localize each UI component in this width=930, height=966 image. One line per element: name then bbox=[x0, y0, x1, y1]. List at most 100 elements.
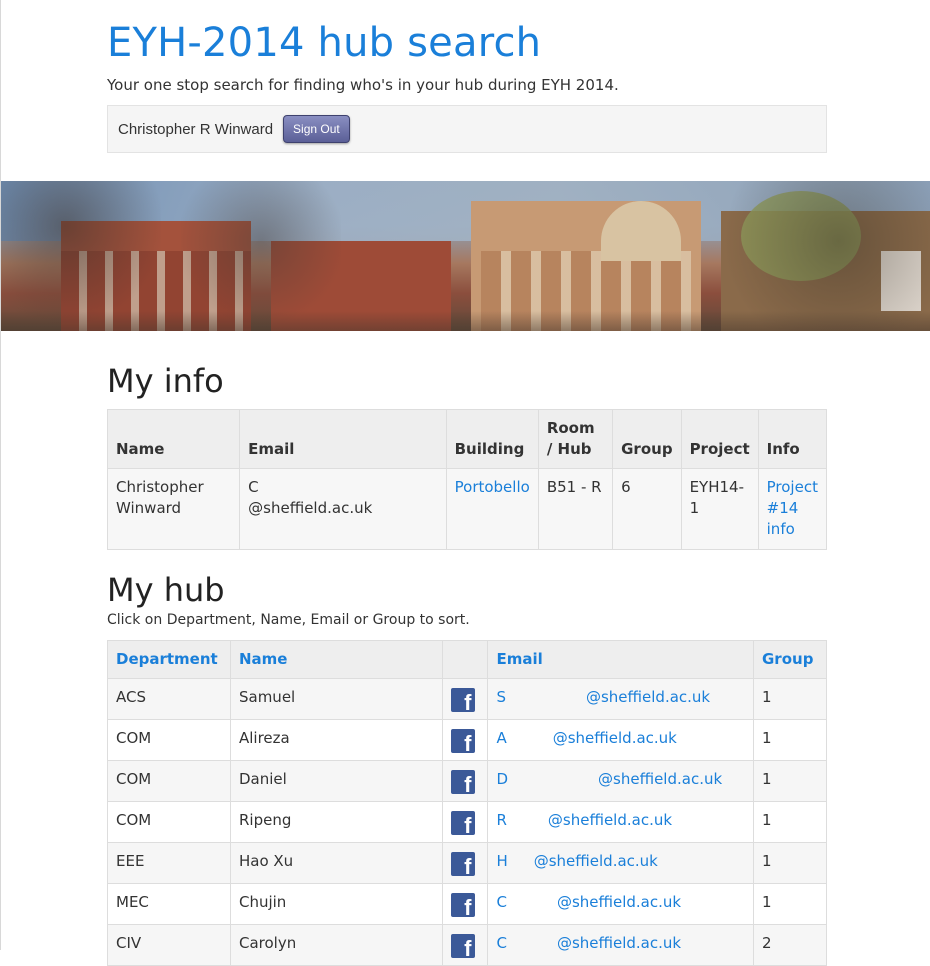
col-facebook bbox=[441, 640, 489, 679]
email-prefix: R bbox=[496, 811, 507, 829]
group-cell: 1 bbox=[753, 760, 827, 802]
table-row: CIV Carolyn f C @sheffield.ac.uk 2 bbox=[107, 924, 827, 966]
sort-department[interactable]: Department bbox=[107, 640, 231, 679]
facebook-cell: f bbox=[441, 924, 489, 966]
facebook-icon[interactable]: f bbox=[450, 811, 475, 838]
my-hub-heading: My hub bbox=[107, 571, 225, 609]
department-cell: COM bbox=[107, 719, 231, 761]
facebook-cell: f bbox=[441, 842, 489, 884]
email-cell: S @sheffield.ac.uk bbox=[487, 678, 754, 720]
my-hub-section: My hub Click on Department, Name, Email … bbox=[107, 570, 827, 966]
email-domain: @sheffield.ac.uk bbox=[556, 893, 682, 911]
name-cell: Alireza bbox=[229, 719, 443, 761]
group-cell: 1 bbox=[753, 883, 827, 925]
name-cell: Ripeng bbox=[229, 801, 443, 843]
group-cell: 2 bbox=[753, 924, 827, 966]
group-cell: 1 bbox=[753, 678, 827, 720]
my-email-prefix: C bbox=[248, 478, 259, 496]
email-cell: H @sheffield.ac.uk bbox=[487, 842, 754, 884]
page-header: EYH-2014 hub search Your one stop search… bbox=[107, 0, 827, 153]
email-link[interactable]: H @sheffield.ac.uk bbox=[496, 852, 657, 870]
name-cell: Daniel bbox=[229, 760, 443, 802]
col-group: Group bbox=[612, 409, 682, 469]
my-group: 6 bbox=[612, 468, 682, 550]
table-row: COM Alireza f A @sheffield.ac.uk 1 bbox=[107, 719, 827, 761]
table-row: COM Daniel f D @sheffield.ac.uk 1 bbox=[107, 760, 827, 802]
sort-email[interactable]: Email bbox=[487, 640, 754, 679]
email-cell: D @sheffield.ac.uk bbox=[487, 760, 754, 802]
department-cell: COM bbox=[107, 760, 231, 802]
email-link[interactable]: S @sheffield.ac.uk bbox=[496, 688, 710, 706]
info-cell: Project #14 info bbox=[757, 468, 828, 550]
facebook-icon[interactable]: f bbox=[450, 729, 475, 756]
group-cell: 1 bbox=[753, 719, 827, 761]
facebook-cell: f bbox=[441, 883, 489, 925]
department-cell: EEE bbox=[107, 842, 231, 884]
email-domain: @sheffield.ac.uk bbox=[556, 934, 682, 952]
table-row: ACS Samuel f S @sheffield.ac.uk 1 bbox=[107, 678, 827, 720]
building-cell: Portobello bbox=[445, 468, 539, 550]
email-prefix: A bbox=[496, 729, 507, 747]
email-domain: @sheffield.ac.uk bbox=[552, 729, 677, 747]
department-cell: MEC bbox=[107, 883, 231, 925]
facebook-cell: f bbox=[441, 719, 489, 761]
my-name: Christopher Winward bbox=[106, 468, 241, 550]
email-link[interactable]: C @sheffield.ac.uk bbox=[496, 893, 681, 911]
sign-out-button[interactable]: Sign Out bbox=[283, 115, 350, 143]
table-row: COM Ripeng f R @sheffield.ac.uk 1 bbox=[107, 801, 827, 843]
facebook-cell: f bbox=[441, 678, 489, 720]
table-row: EEE Hao Xu f H @sheffield.ac.uk 1 bbox=[107, 842, 827, 884]
email-cell: R @sheffield.ac.uk bbox=[487, 801, 754, 843]
email-prefix: D bbox=[496, 770, 509, 788]
sort-group[interactable]: Group bbox=[753, 640, 827, 679]
email-domain: @sheffield.ac.uk bbox=[547, 811, 673, 829]
col-info: Info bbox=[757, 409, 828, 469]
col-building: Building bbox=[445, 409, 539, 469]
sort-hint: Click on Department, Name, Email or Grou… bbox=[107, 612, 470, 628]
user-name: Christopher R Winward bbox=[118, 120, 274, 138]
my-info-row: Christopher Winward C @sheffield.ac.uk Po… bbox=[106, 468, 828, 550]
hub-table-body: ACS Samuel f S @sheffield.ac.uk 1 COM Alireza f A… bbox=[107, 678, 827, 966]
email-cell: C @sheffield.ac.uk bbox=[487, 883, 754, 925]
email-cell: A @sheffield.ac.uk bbox=[487, 719, 754, 761]
my-info-header-row: Name Email Building Room / Hub Group Pro… bbox=[106, 409, 828, 469]
email-link[interactable]: A @sheffield.ac.uk bbox=[496, 729, 676, 747]
page-title: EYH-2014 hub search bbox=[107, 20, 542, 66]
building-link[interactable]: Portobello bbox=[455, 478, 530, 496]
col-room-hub: Room / Hub bbox=[537, 409, 614, 469]
name-cell: Samuel bbox=[229, 678, 443, 720]
name-cell: Carolyn bbox=[229, 924, 443, 966]
email-domain: @sheffield.ac.uk bbox=[598, 770, 723, 788]
facebook-icon[interactable]: f bbox=[450, 934, 475, 961]
user-bar: Christopher R Winward Sign Out bbox=[107, 105, 827, 153]
email-prefix: H bbox=[496, 852, 508, 870]
email-link[interactable]: C @sheffield.ac.uk bbox=[496, 934, 681, 952]
facebook-cell: f bbox=[441, 801, 489, 843]
facebook-icon[interactable]: f bbox=[450, 893, 475, 920]
col-project: Project bbox=[680, 409, 759, 469]
facebook-cell: f bbox=[441, 760, 489, 802]
my-info-heading: My info bbox=[107, 362, 224, 400]
hub-header-row: Department Name Email Group bbox=[107, 640, 827, 679]
col-name: Name bbox=[106, 409, 241, 469]
facebook-icon[interactable]: f bbox=[450, 852, 475, 879]
email-link[interactable]: D @sheffield.ac.uk bbox=[496, 770, 722, 788]
table-row: MEC Chujin f C @sheffield.ac.uk 1 bbox=[107, 883, 827, 925]
my-email: C @sheffield.ac.uk bbox=[239, 468, 447, 550]
email-domain: @sheffield.ac.uk bbox=[585, 688, 711, 706]
my-email-domain: @sheffield.ac.uk bbox=[248, 499, 373, 517]
department-cell: ACS bbox=[107, 678, 231, 720]
email-link[interactable]: R @sheffield.ac.uk bbox=[496, 811, 672, 829]
email-prefix: S bbox=[496, 688, 506, 706]
email-prefix: C bbox=[496, 893, 507, 911]
col-email: Email bbox=[239, 409, 447, 469]
project-info-link[interactable]: Project #14 info bbox=[767, 478, 818, 538]
department-cell: CIV bbox=[107, 924, 231, 966]
email-cell: C @sheffield.ac.uk bbox=[487, 924, 754, 966]
name-cell: Hao Xu bbox=[229, 842, 443, 884]
facebook-icon[interactable]: f bbox=[450, 770, 475, 797]
department-cell: COM bbox=[107, 801, 231, 843]
facebook-icon[interactable]: f bbox=[450, 688, 475, 715]
my-info-section: My info Name Email Building Room / Hub G… bbox=[106, 361, 828, 550]
sort-name[interactable]: Name bbox=[229, 640, 443, 679]
